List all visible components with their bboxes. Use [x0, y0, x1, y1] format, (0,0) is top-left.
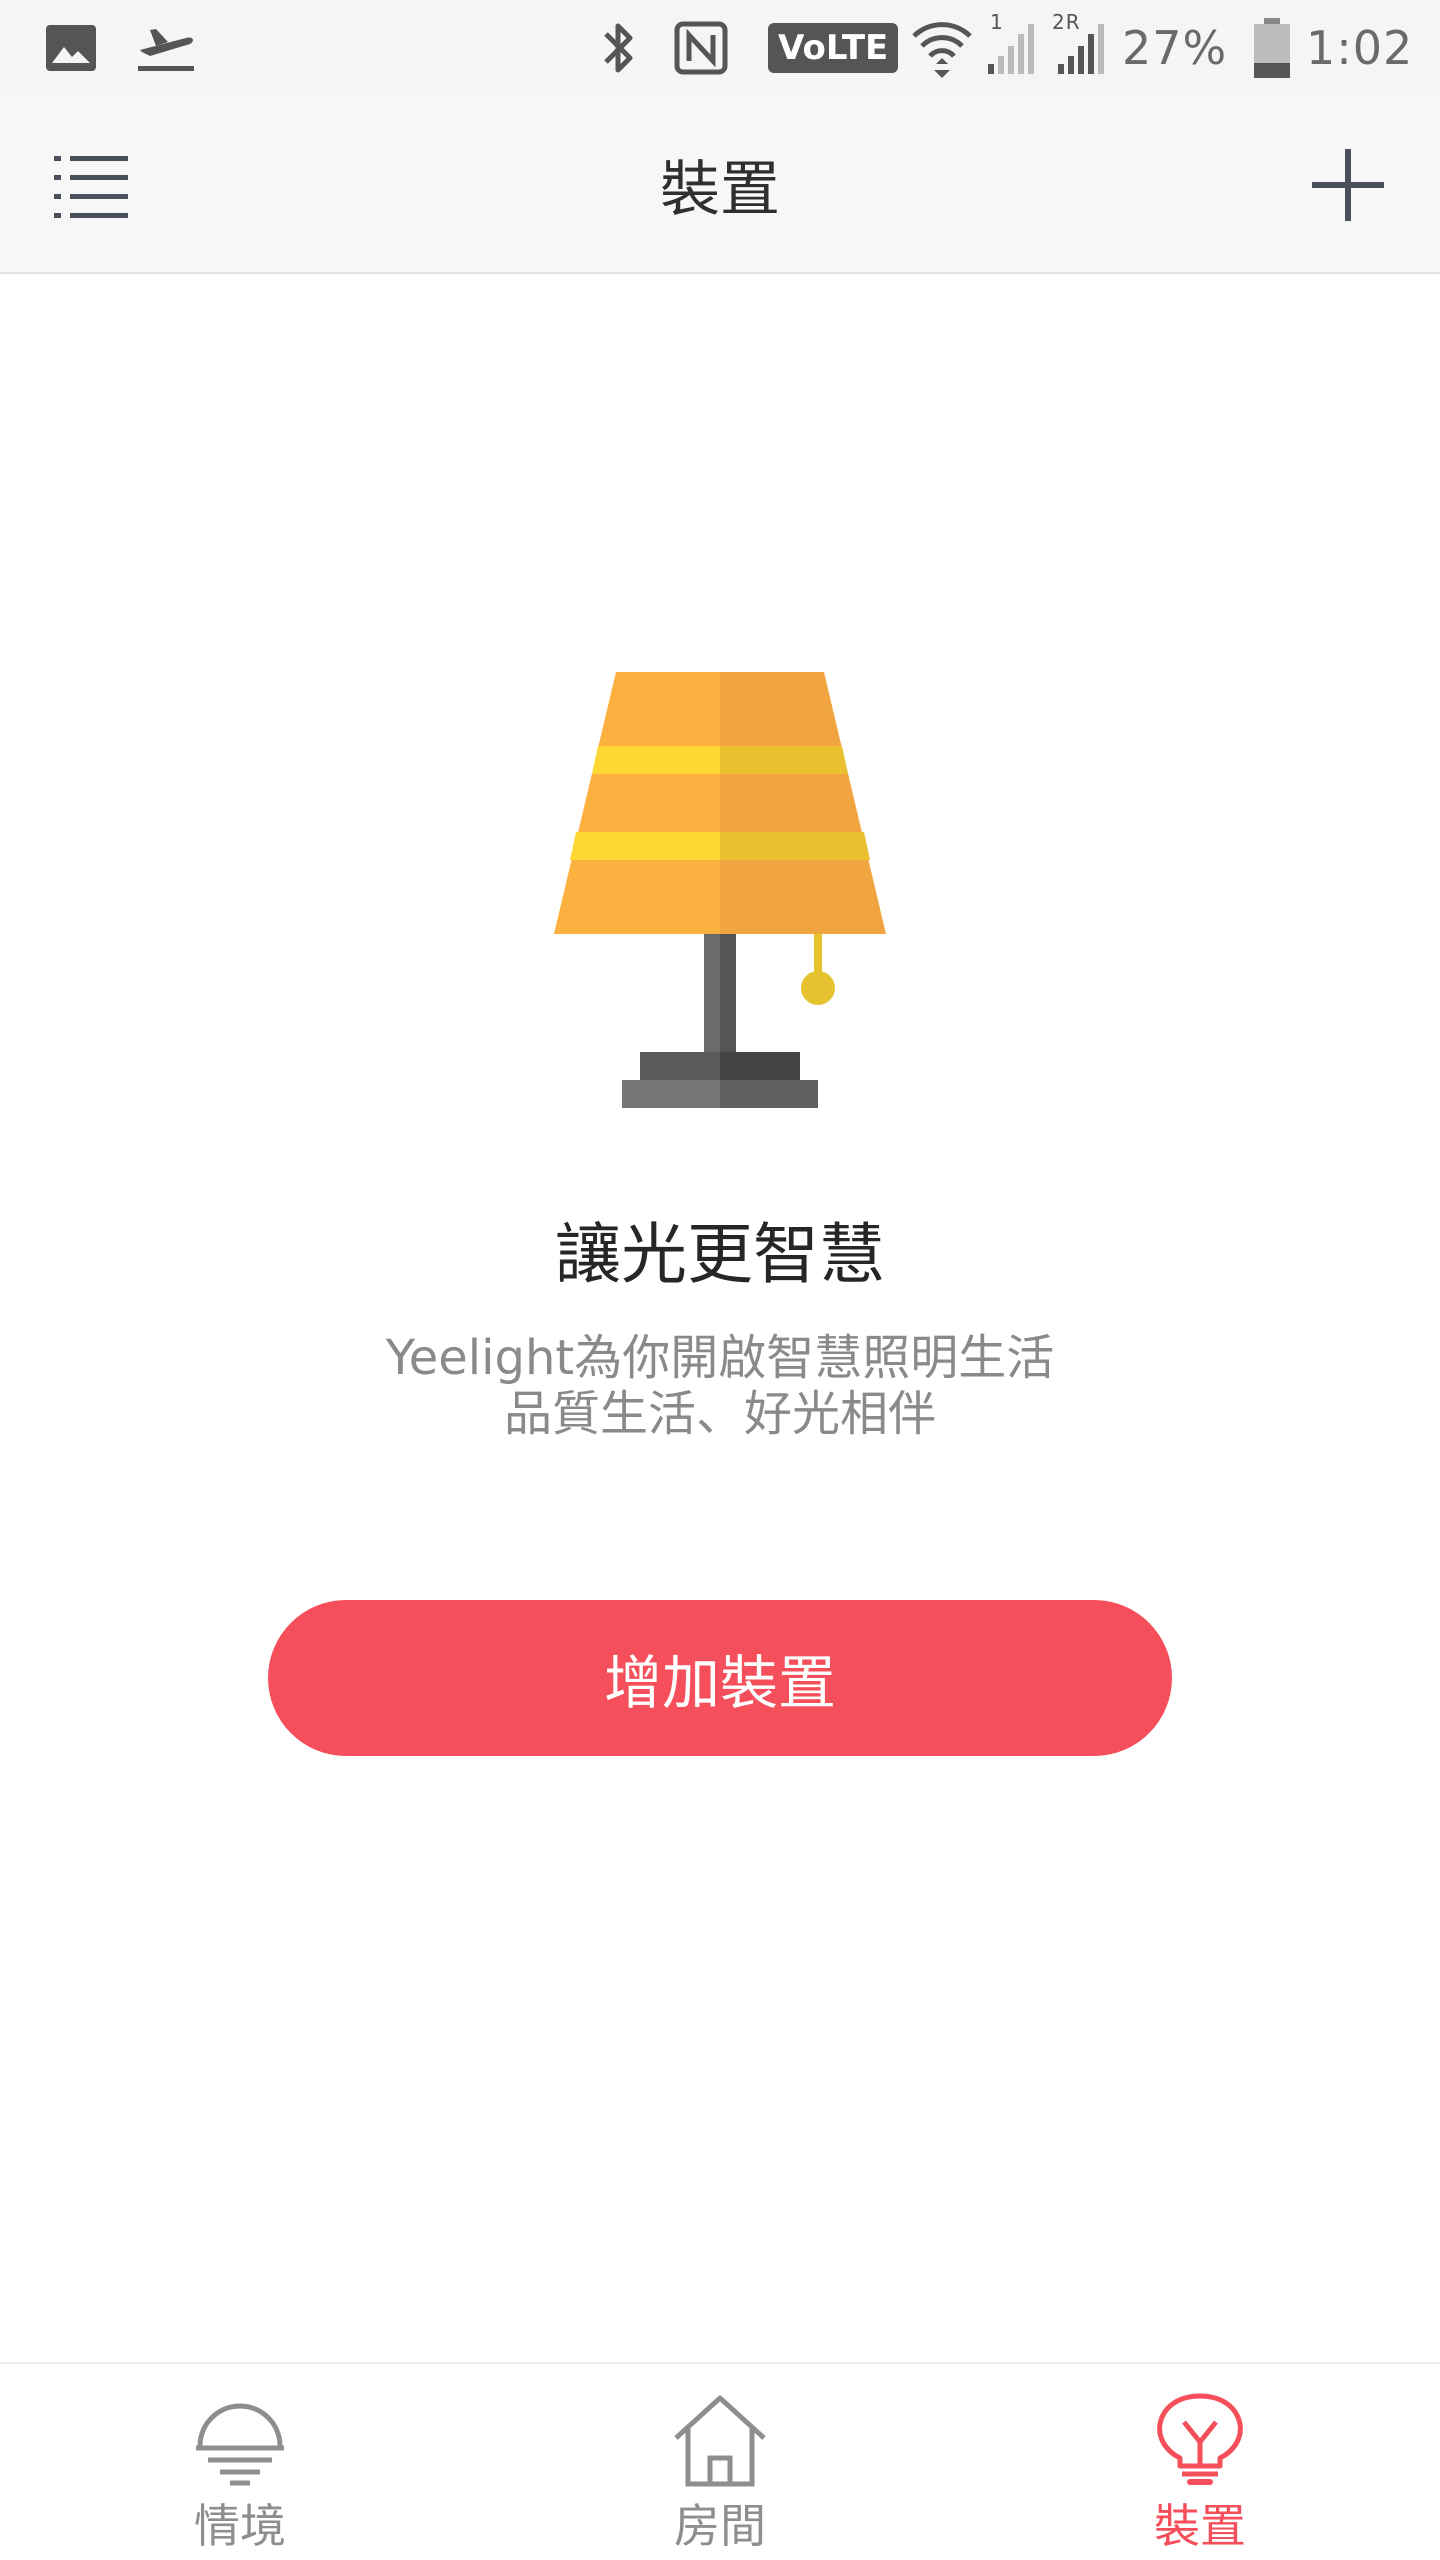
battery-percent: 27% — [1122, 21, 1228, 75]
description-line-2: 品質生活、好光相伴 — [503, 1386, 936, 1442]
tab-rooms[interactable]: 房間 — [570, 2364, 870, 2560]
description-line-1: Yeelight為你開啟智慧照明生活 — [385, 1330, 1055, 1386]
gallery-icon — [44, 0, 98, 96]
nfc-icon — [674, 0, 728, 96]
scene-sunrise-icon — [196, 2403, 284, 2486]
sim2-label: 2R — [1052, 10, 1081, 34]
lamp-illustration — [550, 670, 890, 1110]
bottom-navigation: 情境 房間 裝置 — [0, 2362, 1440, 2560]
tab-devices-label: 裝置 — [1154, 2499, 1246, 2553]
devices-screen: VoLTE 1 2R 27% 1:02 裝置 讓光更智慧 Yeelight為你開… — [0, 0, 1440, 2560]
wifi-icon — [910, 0, 974, 96]
bulb-icon — [1157, 2393, 1243, 2485]
tab-devices[interactable]: 裝置 — [1050, 2364, 1350, 2560]
empty-state-title: 讓光更智慧 — [555, 1216, 885, 1293]
house-icon — [674, 2395, 766, 2487]
add-device-header-button[interactable] — [1300, 140, 1396, 230]
tab-rooms-label: 房間 — [674, 2499, 766, 2553]
page-title: 裝置 — [660, 154, 780, 225]
battery-icon — [1252, 0, 1292, 96]
flight-icon — [134, 0, 198, 96]
tab-scenes-label: 情境 — [194, 2499, 286, 2553]
clock-time: 1:02 — [1306, 21, 1414, 75]
empty-state-description: Yeelight為你開啟智慧照明生活 品質生活、好光相伴 — [0, 1330, 1440, 1442]
tab-scenes[interactable]: 情境 — [90, 2364, 390, 2560]
volte-badge: VoLTE — [768, 23, 899, 73]
plus-icon — [1312, 149, 1384, 221]
sim1-label: 1 — [990, 10, 1004, 34]
bluetooth-icon — [598, 0, 638, 96]
status-bar: VoLTE 1 2R 27% 1:02 — [0, 0, 1440, 96]
app-header: 裝置 — [0, 96, 1440, 274]
add-device-button[interactable]: 增加裝置 — [268, 1600, 1172, 1756]
